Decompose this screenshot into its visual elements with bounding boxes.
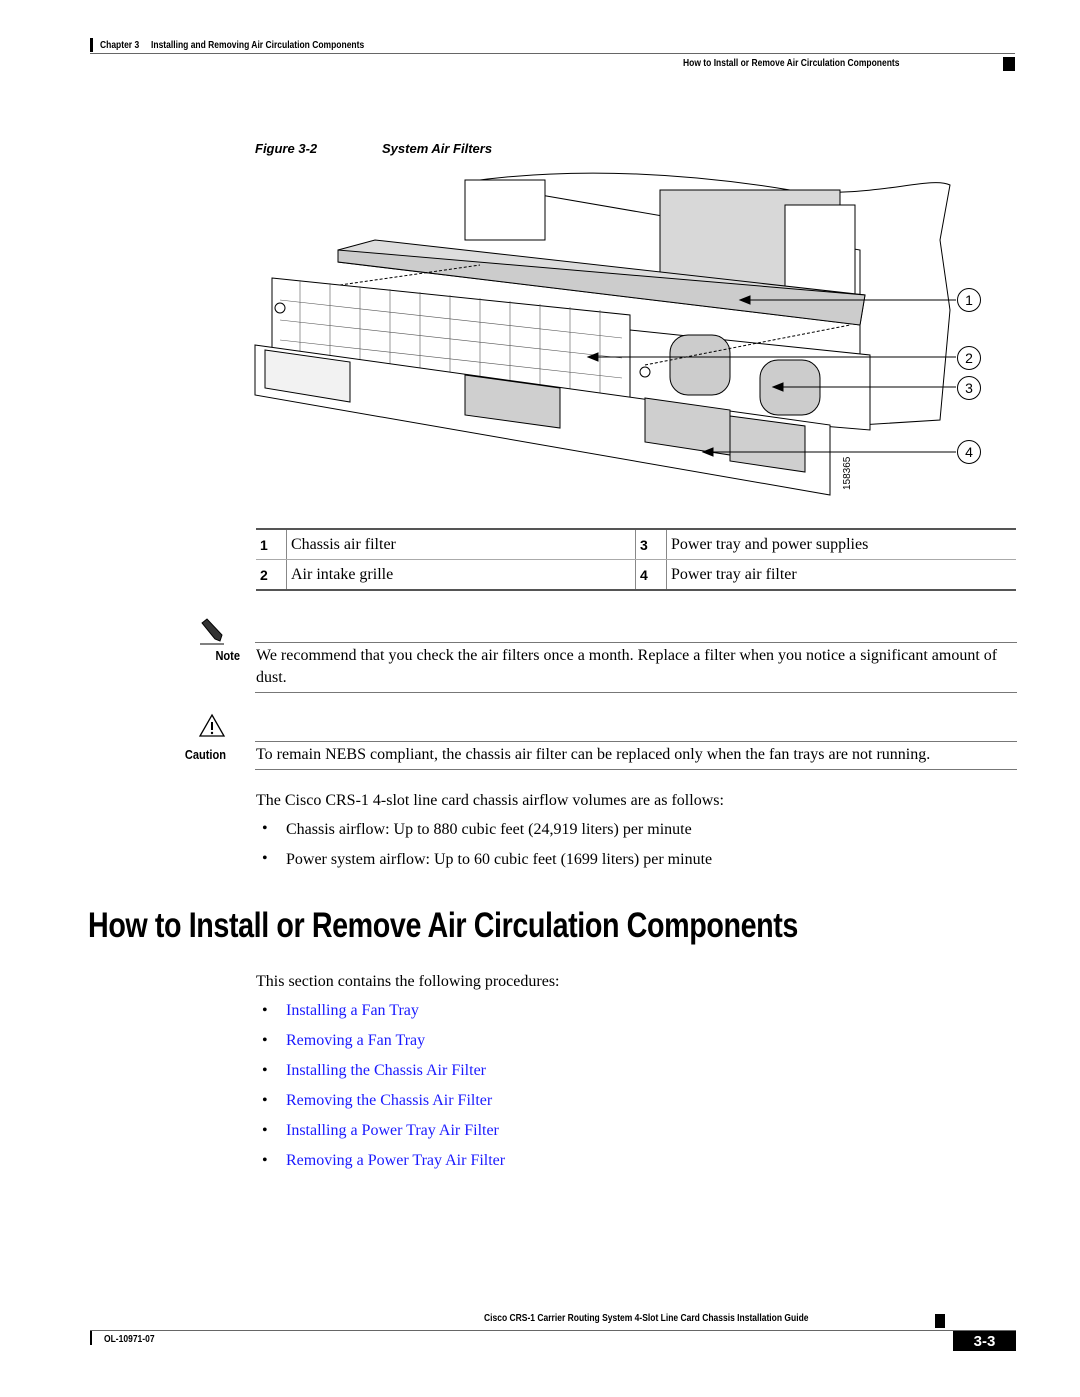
legend-number: 2 xyxy=(256,559,287,591)
caution-label: Caution xyxy=(184,747,226,762)
page-number: 3-3 xyxy=(973,1333,996,1350)
note-text: We recommend that you check the air filt… xyxy=(256,647,998,686)
card-slot-left xyxy=(464,179,546,241)
note-label: Note xyxy=(215,648,240,663)
footer-rule xyxy=(90,1330,1016,1331)
system-air-filters-illustration: 158365 xyxy=(254,172,956,496)
footer-right-block xyxy=(935,1314,945,1328)
warning-triangle-icon xyxy=(198,713,226,737)
legend-number: 3 xyxy=(635,528,667,560)
bullet-icon: • xyxy=(262,850,268,867)
header-right-block xyxy=(1003,57,1015,71)
chapter-title: Installing and Removing Air Circulation … xyxy=(151,40,365,51)
bullet-icon: • xyxy=(262,1122,268,1139)
figure-title: System Air Filters xyxy=(382,141,493,156)
airflow-item: Chassis airflow: Up to 880 cubic feet (2… xyxy=(286,821,692,838)
bullet-icon: • xyxy=(262,1062,268,1079)
figure-number: Figure 3-2 xyxy=(255,141,318,156)
legend-number: 4 xyxy=(635,559,667,591)
link-removing-fan-tray[interactable]: Removing a Fan Tray xyxy=(286,1030,425,1052)
link-removing-chassis-air-filter[interactable]: Removing the Chassis Air Filter xyxy=(286,1090,492,1112)
airflow-item: Power system airflow: Up to 60 cubic fee… xyxy=(286,851,713,868)
callout-4: 4 xyxy=(957,440,981,464)
caution-bottom-rule xyxy=(255,769,1017,770)
caution-text: To remain NEBS compliant, the chassis ai… xyxy=(256,746,931,763)
link-installing-fan-tray[interactable]: Installing a Fan Tray xyxy=(286,1000,419,1022)
section-heading: How to Install or Remove Air Circulation… xyxy=(88,906,798,945)
legend-row: 2 Air intake grille 4 Power tray air fil… xyxy=(256,559,1016,591)
pencil-icon xyxy=(200,618,224,645)
legend-label: Air intake grille xyxy=(286,559,636,591)
bullet-icon: • xyxy=(262,1002,268,1019)
link-removing-power-tray-air-filter[interactable]: Removing a Power Tray Air Filter xyxy=(286,1150,505,1172)
header-section-title: How to Install or Remove Air Circulation… xyxy=(683,58,900,69)
section-intro: This section contains the following proc… xyxy=(256,973,560,990)
callout-2: 2 xyxy=(957,346,981,370)
legend-row: 1 Chassis air filter 3 Power tray and po… xyxy=(256,528,1016,560)
legend-label: Chassis air filter xyxy=(286,528,636,560)
callout-3: 3 xyxy=(957,376,981,400)
note-bottom-rule xyxy=(255,692,1017,693)
figure-legend-table: 1 Chassis air filter 3 Power tray and po… xyxy=(256,528,1016,591)
caution-top-rule xyxy=(255,741,1017,742)
bullet-icon: • xyxy=(262,1092,268,1109)
chapter-number: Chapter 3 xyxy=(100,40,140,51)
callout-1: 1 xyxy=(957,288,981,312)
card-slot-right xyxy=(784,204,856,301)
note-top-rule xyxy=(255,642,1017,643)
footer-left-bar xyxy=(90,1331,92,1345)
airflow-intro: The Cisco CRS-1 4-slot line card chassis… xyxy=(256,792,724,809)
link-installing-power-tray-air-filter[interactable]: Installing a Power Tray Air Filter xyxy=(286,1120,499,1142)
link-installing-chassis-air-filter[interactable]: Installing the Chassis Air Filter xyxy=(286,1060,486,1082)
header-chapter: Chapter 3 Installing and Removing Air Ci… xyxy=(100,40,364,51)
legend-label: Power tray and power supplies xyxy=(666,528,1016,560)
legend-number: 1 xyxy=(256,528,287,560)
footer-doc-number: OL-10971-07 xyxy=(104,1334,155,1345)
header-left-bar xyxy=(90,38,93,52)
art-id: 158365 xyxy=(842,456,853,490)
power-supply-fan-1 xyxy=(669,334,731,396)
bullet-icon: • xyxy=(262,1152,268,1169)
legend-label: Power tray air filter xyxy=(666,559,1016,591)
header-rule xyxy=(90,53,1015,54)
footer-guide-title: Cisco CRS-1 Carrier Routing System 4-Slo… xyxy=(484,1313,809,1324)
bullet-icon: • xyxy=(262,820,268,837)
bullet-icon: • xyxy=(262,1032,268,1049)
